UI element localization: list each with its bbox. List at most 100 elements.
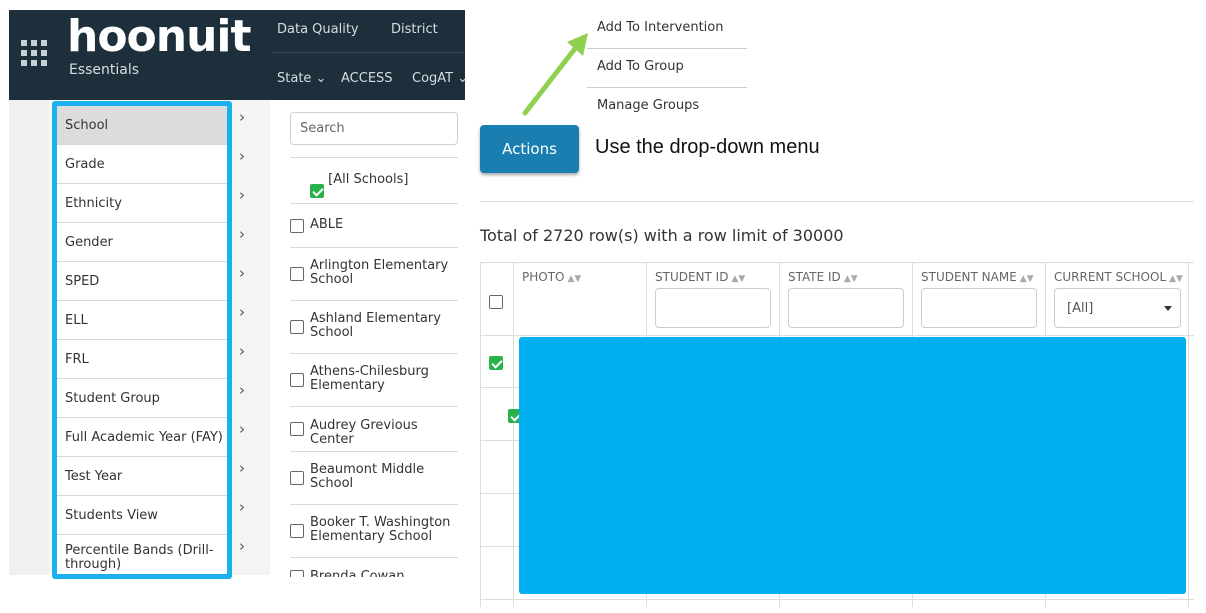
chevron-right-icon[interactable]: › xyxy=(239,381,245,399)
brand-subtitle: Essentials xyxy=(69,62,140,78)
sort-icon[interactable]: ▲▼ xyxy=(1169,274,1183,284)
filter-item-student-group[interactable]: Student Group xyxy=(57,379,227,418)
table-border xyxy=(480,440,520,441)
section-divider xyxy=(480,201,1194,202)
filter-item-gender[interactable]: Gender xyxy=(57,223,227,262)
school-label: Arlington Elementary School xyxy=(310,258,449,287)
top-navigation-bar: hoonuit Essentials Data Quality District… xyxy=(9,10,468,100)
annotation-arrow-icon xyxy=(522,33,588,116)
column-header-label: CURRENT SCHOOL xyxy=(1054,270,1167,284)
column-header-label: STATE ID xyxy=(788,270,841,284)
checkbox-icon[interactable] xyxy=(290,471,304,485)
filter-category-menu: School Grade Ethnicity Gender SPED ELL F… xyxy=(52,101,232,579)
list-item[interactable]: Brenda Cowan xyxy=(290,557,458,577)
filter-item-grade[interactable]: Grade xyxy=(57,145,227,184)
list-item[interactable]: Athens-Chilesburg Elementary xyxy=(290,353,458,406)
chevron-right-icon[interactable]: › xyxy=(239,498,245,516)
chevron-right-icon[interactable]: › xyxy=(239,420,245,438)
column-header-label: STUDENT ID xyxy=(655,270,729,284)
column-header-state-id[interactable]: STATE ID ▲▼ xyxy=(788,270,858,284)
school-label: Audrey Grevious Center xyxy=(310,418,418,447)
list-item[interactable]: Ashland Elementary School xyxy=(290,300,458,353)
screenshot-stage: hoonuit Essentials Data Quality District… xyxy=(0,0,1206,613)
column-header-current-school[interactable]: CURRENT SCHOOL ▲▼ xyxy=(1054,270,1183,284)
chevron-right-icon[interactable]: › xyxy=(239,186,245,204)
nav-link-state[interactable]: State ⌄ xyxy=(277,71,326,86)
actions-button[interactable]: Actions xyxy=(480,125,579,173)
list-item[interactable]: Booker T. Washington Elementary School xyxy=(290,504,458,557)
table-border xyxy=(480,262,481,607)
menu-item-add-to-intervention[interactable]: Add To Intervention xyxy=(597,20,723,35)
filter-item-school[interactable]: School xyxy=(57,106,227,145)
state-id-filter-input[interactable] xyxy=(788,288,904,328)
checkbox-icon[interactable] xyxy=(290,570,304,577)
checkbox-icon[interactable] xyxy=(290,373,304,387)
list-item[interactable]: ABLE xyxy=(290,203,458,247)
chevron-right-icon[interactable]: › xyxy=(239,225,245,243)
filter-item-ethnicity[interactable]: Ethnicity xyxy=(57,184,227,223)
chevron-right-icon[interactable]: › xyxy=(239,264,245,282)
school-label: Booker T. Washington Elementary School xyxy=(310,515,451,544)
table-border xyxy=(480,335,1194,336)
column-header-label: STUDENT NAME xyxy=(921,270,1017,284)
student-name-filter-input[interactable] xyxy=(921,288,1037,328)
chevron-right-icon[interactable]: › xyxy=(239,459,245,477)
menu-item-add-to-group[interactable]: Add To Group xyxy=(597,59,684,74)
sort-icon[interactable]: ▲▼ xyxy=(731,274,745,284)
school-label: [All Schools] xyxy=(328,172,409,187)
list-item[interactable]: Arlington Elementary School xyxy=(290,247,458,300)
instruction-callout: Use the drop-down menu xyxy=(595,136,820,158)
filter-item-frl[interactable]: FRL xyxy=(57,340,227,379)
row-count-summary: Total of 2720 row(s) with a row limit of… xyxy=(480,226,844,245)
current-school-filter-select[interactable]: [All] xyxy=(1054,288,1181,328)
filter-item-sped[interactable]: SPED xyxy=(57,262,227,301)
sort-icon[interactable]: ▲▼ xyxy=(1020,274,1034,284)
checkbox-icon[interactable] xyxy=(290,524,304,538)
checkbox-icon[interactable] xyxy=(290,267,304,281)
brand-logo[interactable]: hoonuit xyxy=(67,12,252,62)
checkbox-icon[interactable] xyxy=(290,218,304,233)
filter-item-percentile-bands[interactable]: Percentile Bands (Drill-through) xyxy=(57,535,227,574)
column-header-label: PHOTO xyxy=(522,270,565,284)
table-border xyxy=(480,262,1194,263)
menu-divider xyxy=(587,48,747,49)
table-border xyxy=(1188,262,1189,607)
checkbox-icon[interactable] xyxy=(290,320,304,334)
sort-icon[interactable]: ▲▼ xyxy=(844,274,858,284)
row-checkbox[interactable] xyxy=(489,356,503,370)
column-header-student-id[interactable]: STUDENT ID ▲▼ xyxy=(655,270,745,284)
filter-item-ell[interactable]: ELL xyxy=(57,301,227,340)
list-item[interactable]: [All Schools] xyxy=(290,157,458,203)
chevron-right-icon[interactable]: › xyxy=(239,537,245,555)
nav-link-data-quality[interactable]: Data Quality xyxy=(277,22,359,37)
filter-item-test-year[interactable]: Test Year xyxy=(57,457,227,496)
column-header-photo[interactable]: PHOTO ▲▼ xyxy=(522,270,581,284)
redacted-student-rows xyxy=(519,337,1186,594)
student-id-filter-input[interactable] xyxy=(655,288,771,328)
app-grid-icon[interactable] xyxy=(21,40,47,66)
column-header-student-name[interactable]: STUDENT NAME ▲▼ xyxy=(921,270,1034,284)
caret-down-icon xyxy=(1164,306,1172,311)
nav-link-district[interactable]: District xyxy=(391,22,438,37)
chevron-right-icon[interactable]: › xyxy=(239,303,245,321)
list-item[interactable]: Audrey Grevious Center xyxy=(290,406,458,451)
school-label: Beaumont Middle School xyxy=(310,462,425,491)
filter-item-students-view[interactable]: Students View xyxy=(57,496,227,535)
checkbox-checked-icon[interactable] xyxy=(310,184,324,198)
menu-item-manage-groups[interactable]: Manage Groups xyxy=(597,98,699,113)
table-border xyxy=(480,493,520,494)
school-label: ABLE xyxy=(310,217,344,232)
checkbox-icon[interactable] xyxy=(290,422,304,436)
sort-icon[interactable]: ▲▼ xyxy=(567,274,581,284)
chevron-right-icon[interactable]: › xyxy=(239,342,245,360)
nav-link-access[interactable]: ACCESS xyxy=(341,71,393,86)
select-all-checkbox[interactable] xyxy=(489,295,503,309)
filter-item-full-academic-year[interactable]: Full Academic Year (FAY) xyxy=(57,418,227,457)
chevron-right-icon[interactable]: › xyxy=(239,108,245,126)
school-label: Ashland Elementary School xyxy=(310,311,441,340)
table-border xyxy=(480,546,520,547)
nav-link-cogat[interactable]: CogAT ⌄ xyxy=(412,71,468,86)
chevron-right-icon[interactable]: › xyxy=(239,147,245,165)
list-item[interactable]: Beaumont Middle School xyxy=(290,451,458,504)
school-search-input[interactable]: Search xyxy=(290,112,458,145)
